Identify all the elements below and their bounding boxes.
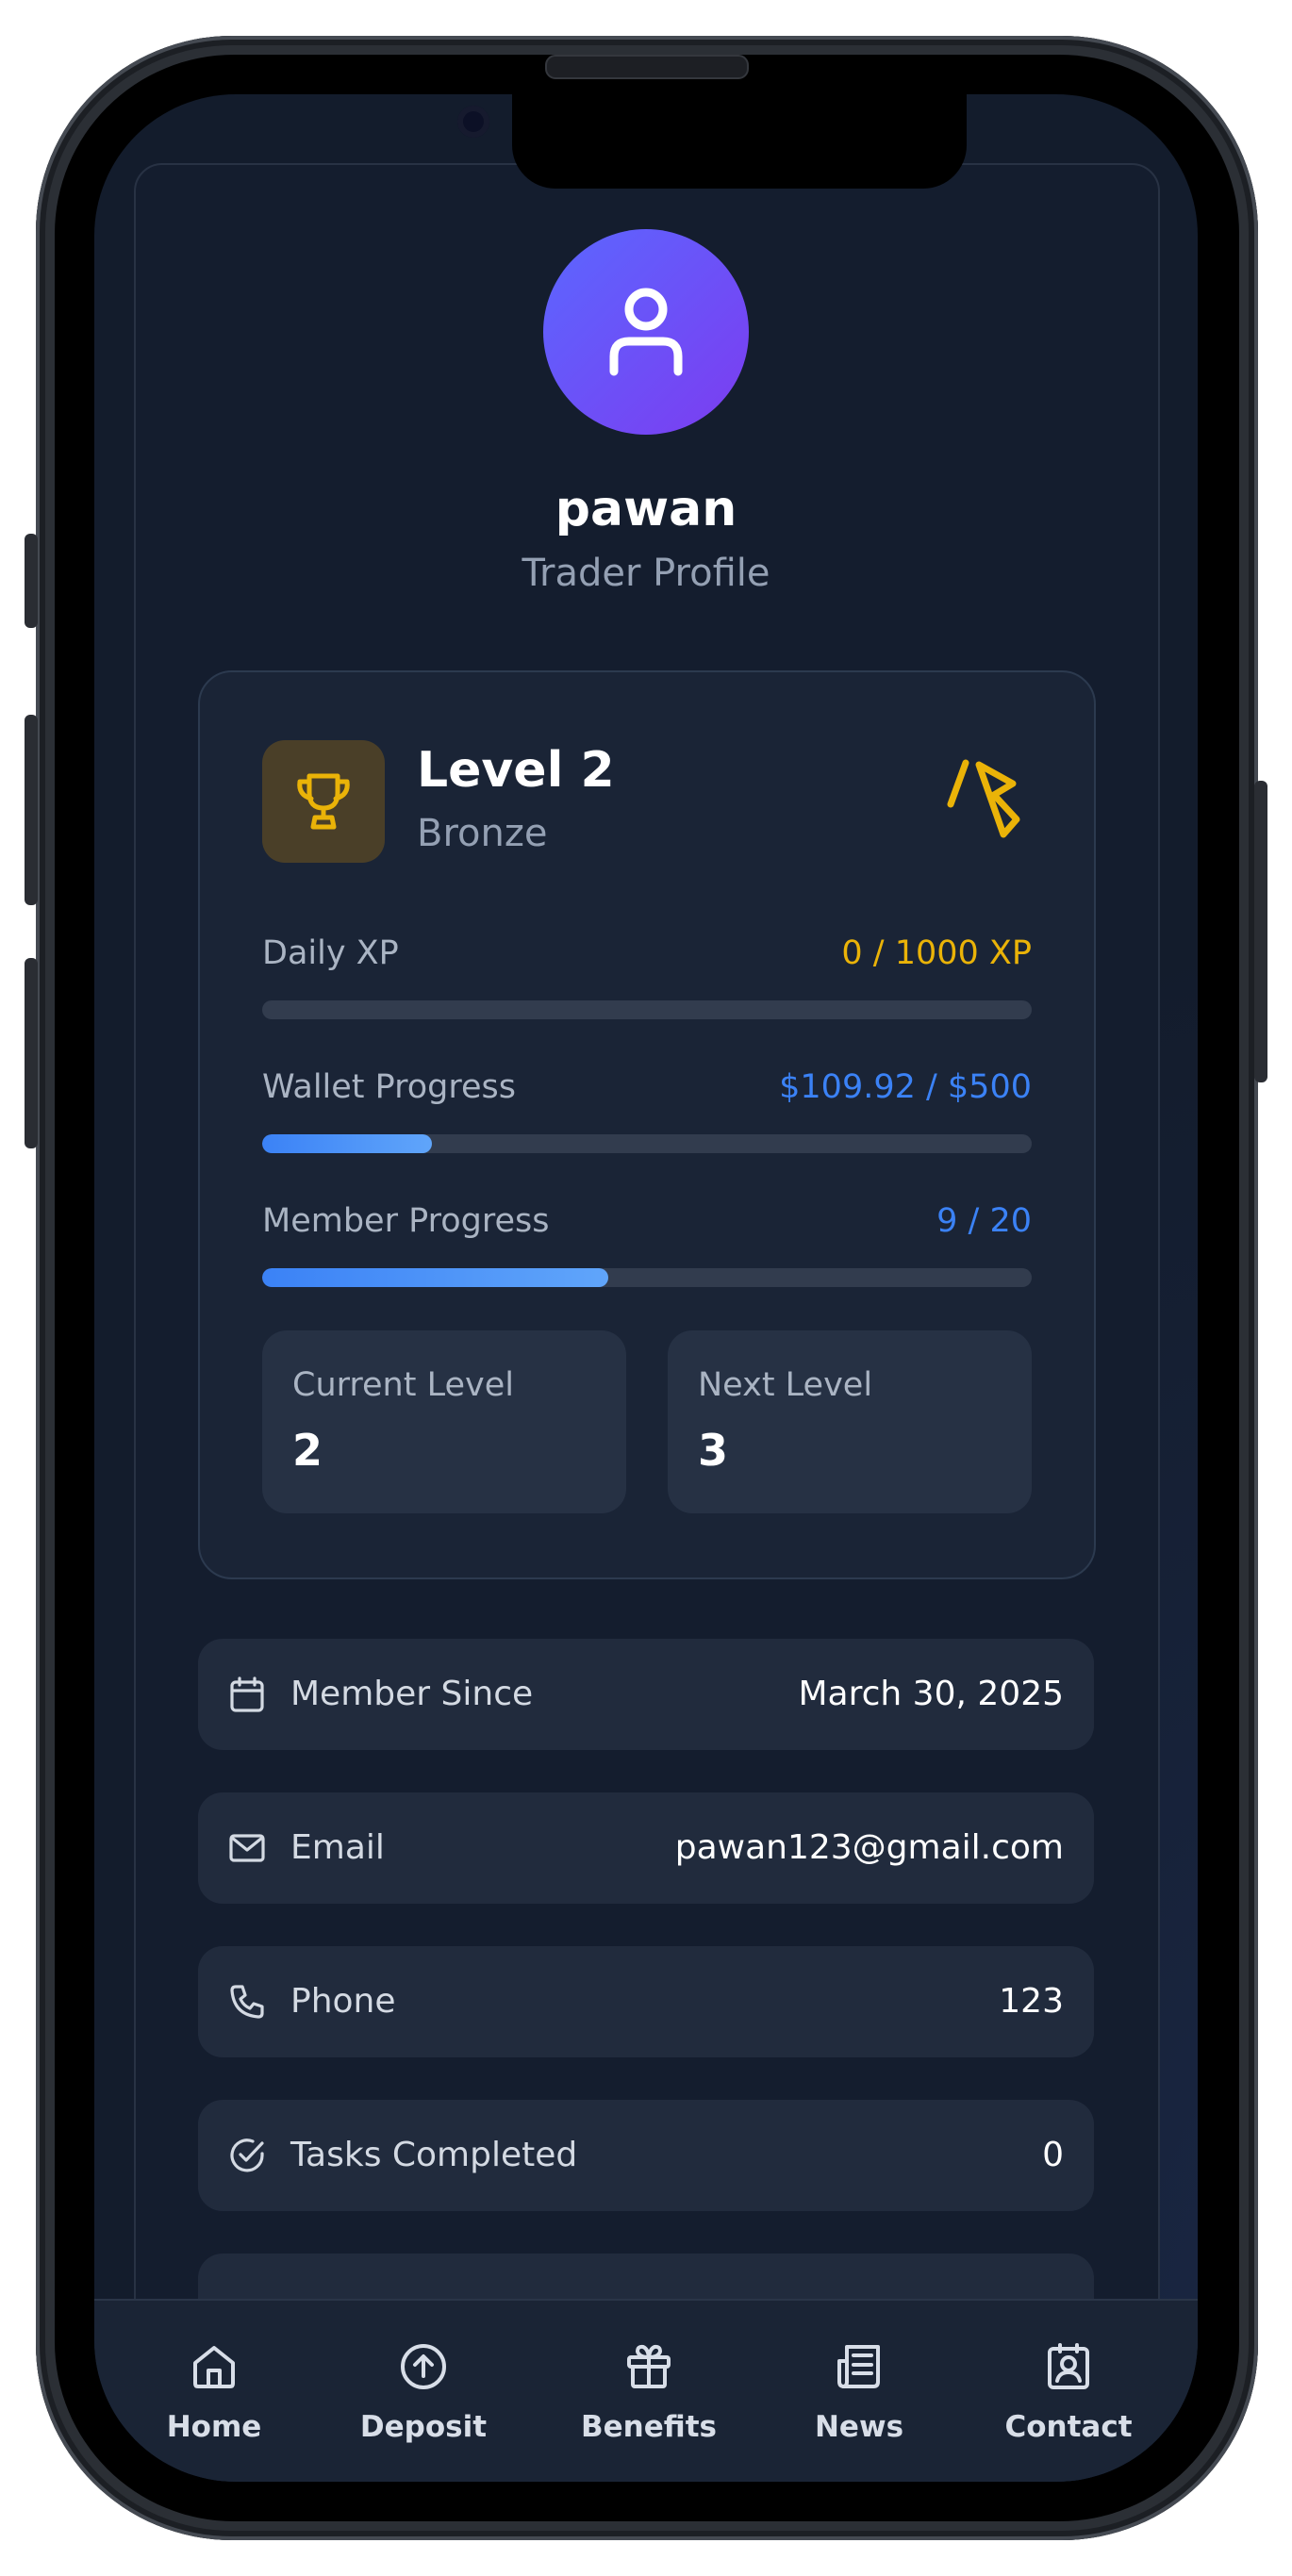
info-label: Phone [290,1982,396,2021]
info-value: 123 [999,1982,1064,2021]
mail-icon [229,1834,265,1862]
nav-label-deposit: Deposit [359,2410,488,2444]
level-badge-icon [947,759,1020,838]
phone-icon [230,1985,264,2019]
avatar [543,229,749,435]
level-card: Level 2 Bronze Daily XP 0 / 1000 XP Wall… [198,670,1096,1579]
progress-value-daily-xp: 0 / 1000 XP [841,934,1032,972]
info-value: 0 [1042,2136,1064,2174]
check-circle-icon [230,2138,264,2172]
profile-subtitle: Trader Profile [522,552,770,595]
level-tier: Bronze [417,812,548,855]
info-label: Email [290,1828,385,1867]
home-icon [193,2346,235,2388]
gift-icon [627,2344,671,2388]
progress-bar-wallet [262,1134,1032,1153]
next-level-label: Next Level [698,1366,873,1404]
progress-fill-member [262,1268,609,1287]
silent-switch [25,534,38,628]
newspaper-icon [837,2345,880,2388]
current-level-label: Current Level [292,1366,514,1404]
profile-username: pawan [555,481,737,537]
next-level-box: Next Level 3 [668,1330,1032,1513]
nav-label-benefits: Benefits [581,2410,717,2444]
nav-benefits[interactable]: Benefits [555,2342,743,2444]
notch [512,94,967,189]
trophy-icon [297,773,350,830]
volume-down-button [25,958,38,1148]
progress-label-wallet: Wallet Progress [262,1068,517,1106]
deposit-icon [401,2344,446,2389]
app-screen: pawan Trader Profile Level 2 Bronze Dail… [94,94,1198,2482]
user-icon [609,288,683,376]
next-level-value: 3 [698,1425,729,1476]
nav-home[interactable]: Home [120,2342,308,2444]
progress-label-member: Member Progress [262,1202,550,1240]
info-label: Member Since [290,1675,534,1713]
info-row-member-since: Member Since March 30, 2025 [198,1639,1094,1750]
volume-up-button [25,715,38,905]
nav-contact[interactable]: Contact [974,2342,1163,2444]
nav-deposit[interactable]: Deposit [329,2342,518,2444]
progress-value-wallet: $109.92 / $500 [779,1068,1032,1106]
nav-label-contact: Contact [1004,2410,1133,2444]
progress-value-member: 9 / 20 [936,1202,1032,1240]
info-label: Tasks Completed [290,2136,578,2174]
progress-bar-member [262,1268,1032,1287]
front-camera [457,106,489,138]
info-row-phone: Phone 123 [198,1946,1094,2057]
info-row-email: Email pawan123@gmail.com [198,1792,1094,1904]
info-value: March 30, 2025 [798,1675,1065,1713]
progress-bar-daily-xp [262,1000,1032,1019]
info-row-tasks: Tasks Completed 0 [198,2100,1094,2211]
progress-label-daily-xp: Daily XP [262,934,399,972]
bottom-nav: Home Deposit Benefits News Contact [94,2299,1198,2482]
info-value: pawan123@gmail.com [674,1828,1064,1867]
power-button [1254,781,1267,1082]
nav-label-home: Home [166,2410,262,2444]
contact-icon [1048,2343,1089,2389]
calendar-icon [230,1676,264,1712]
current-level-box: Current Level 2 [262,1330,626,1513]
earpiece-speaker [545,55,749,79]
trophy-badge [262,740,385,863]
level-title: Level 2 [417,742,615,799]
nav-news[interactable]: News [765,2342,953,2444]
nav-label-news: News [814,2410,904,2444]
current-level-value: 2 [292,1425,323,1476]
progress-fill-wallet [262,1134,432,1153]
